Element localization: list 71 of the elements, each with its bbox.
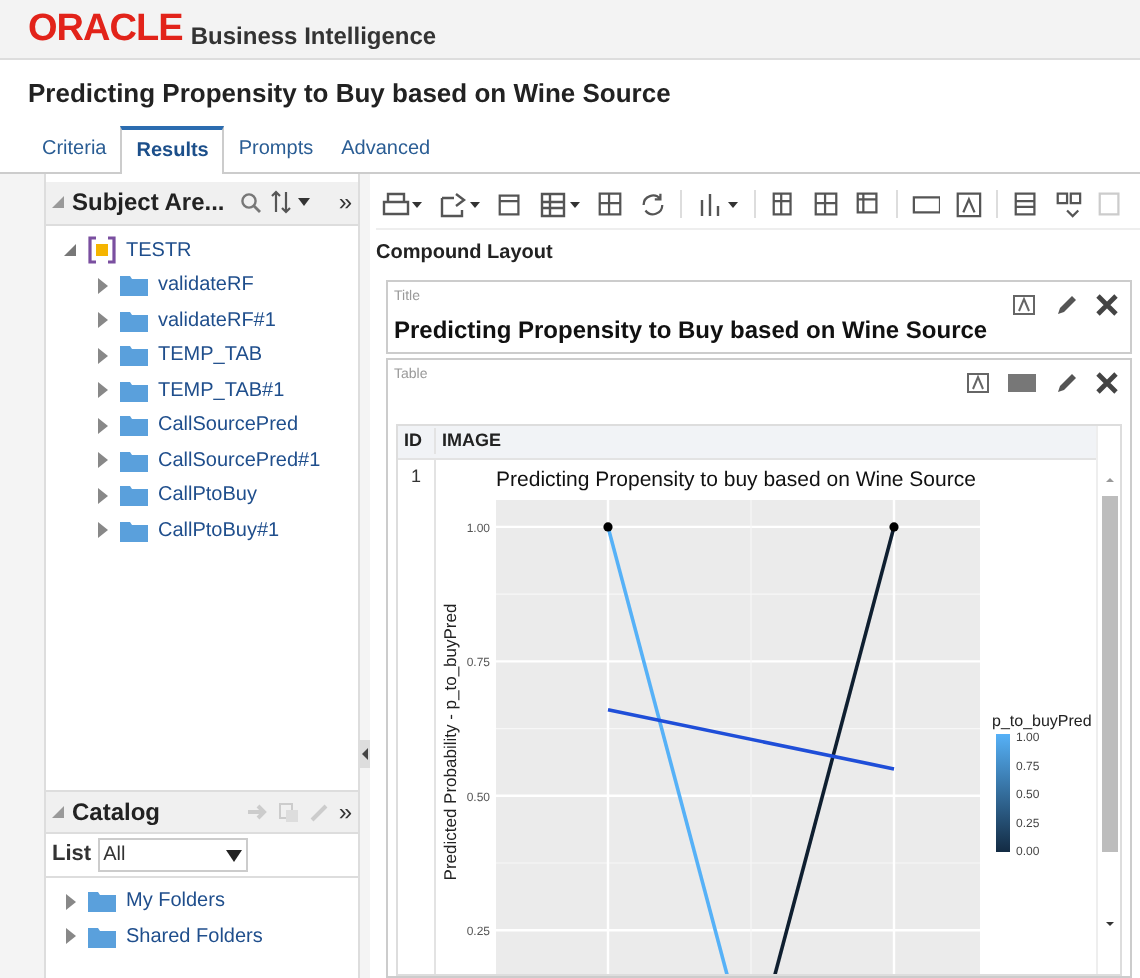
panel-title: Catalog <box>72 796 161 830</box>
pencil-icon[interactable] <box>1054 371 1078 395</box>
caret-icon <box>225 849 242 861</box>
tree-item[interactable]: TESTR <box>126 235 192 266</box>
search-icon[interactable] <box>240 191 263 213</box>
oracle-logo: ORACLE <box>28 10 183 48</box>
bar-chart-icon[interactable] <box>696 190 740 218</box>
panel-title: Subject Are... <box>72 186 225 220</box>
tree-item[interactable]: CallPtoBuy#1 <box>158 515 280 546</box>
expand-arrow-icon[interactable] <box>94 382 110 399</box>
expand-arrow-icon[interactable] <box>62 893 78 910</box>
legend-title: p_to_buyPred <box>992 711 1092 729</box>
folder-icon <box>88 925 116 948</box>
tree-item[interactable]: Shared Folders <box>126 921 263 952</box>
format-icon[interactable] <box>966 372 990 394</box>
collapse-button[interactable]: » <box>338 794 352 830</box>
expand-arrow-icon[interactable] <box>94 347 110 364</box>
list-dropdown[interactable]: All <box>97 838 248 872</box>
section-title: Compound Layout <box>376 239 555 267</box>
axis-label: Predicted Probability - p_to_buyPred <box>440 602 460 880</box>
tab[interactable]: Results <box>120 125 225 173</box>
color-scale-bar <box>996 733 1010 851</box>
subject-area-icon <box>88 236 116 265</box>
format-icon[interactable] <box>1012 294 1036 316</box>
table-cell-text: 1 <box>410 463 421 489</box>
expand-arrow-icon[interactable] <box>94 277 110 294</box>
product-name: Business Intelligence <box>190 24 437 48</box>
expand-arrow-icon[interactable] <box>94 417 110 434</box>
folder-icon <box>120 519 148 542</box>
folder-icon <box>120 449 148 472</box>
expand-arrow-icon[interactable] <box>94 452 110 469</box>
grid-icon[interactable] <box>1054 190 1082 218</box>
column-header: IMAGE <box>440 427 502 454</box>
tab[interactable]: Advanced <box>327 127 445 171</box>
tree-item[interactable]: CallSourcePred#1 <box>158 445 321 476</box>
folder-icon <box>120 274 148 297</box>
share-icon[interactable] <box>438 190 482 218</box>
folder-icon <box>88 890 116 913</box>
text-icon[interactable] <box>954 190 982 218</box>
field-label: List <box>52 840 92 871</box>
close-icon[interactable] <box>1096 294 1118 316</box>
close-icon[interactable] <box>1096 372 1118 394</box>
column-header: ID <box>398 427 436 455</box>
expand-arrow-icon[interactable] <box>94 522 110 539</box>
tab[interactable]: Prompts <box>224 127 328 171</box>
tree-item[interactable]: validateRF#1 <box>158 305 276 336</box>
folder-icon <box>120 309 148 332</box>
pencil-icon[interactable] <box>1054 293 1078 317</box>
collapse-handle-icon[interactable] <box>360 740 370 768</box>
tree-item[interactable]: validateRF <box>158 270 254 301</box>
page-title: Predicting Propensity to Buy based on Wine Source <box>26 76 673 112</box>
tree-item[interactable]: CallPtoBuy <box>158 480 257 511</box>
sort-icon[interactable] <box>270 190 315 214</box>
view-title: Predicting Propensity to Buy based on Wine Source <box>392 313 990 347</box>
tree-item[interactable]: TEMP_TAB <box>158 340 263 371</box>
printer-icon[interactable] <box>380 190 424 218</box>
tree-item[interactable]: My Folders <box>126 886 225 917</box>
folder-icon <box>120 379 148 402</box>
chart-title: Predicting Propensity to buy based on Wine Source <box>496 467 976 491</box>
folder-icon <box>120 344 148 367</box>
expand-arrow-icon[interactable] <box>62 928 78 945</box>
expand-arrow-icon[interactable] <box>94 487 110 504</box>
collapse-button[interactable]: » <box>338 184 352 220</box>
tab[interactable]: Criteria <box>28 127 121 171</box>
folder-icon <box>120 414 148 437</box>
tree-item[interactable]: CallSourcePred <box>158 410 299 441</box>
refresh-icon[interactable] <box>638 190 666 218</box>
expand-arrow-icon[interactable] <box>94 312 110 329</box>
expanded-arrow-icon[interactable] <box>62 242 78 259</box>
folder-icon <box>120 484 148 507</box>
tree-item[interactable]: TEMP_TAB#1 <box>158 375 285 406</box>
